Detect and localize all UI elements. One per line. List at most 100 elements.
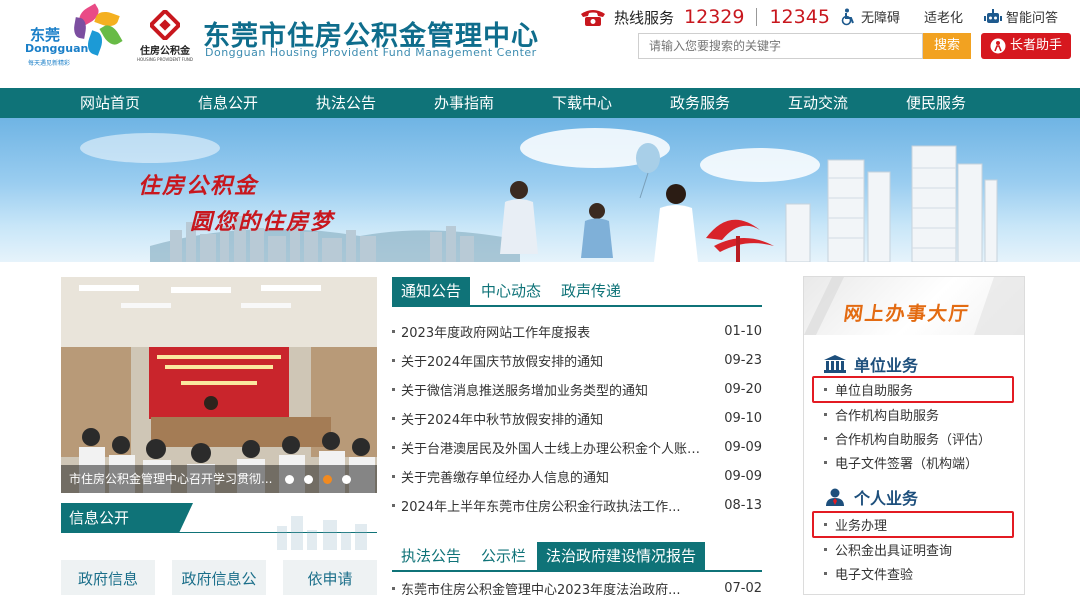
telephone-icon <box>581 10 605 26</box>
news-item[interactable]: 关于完善缴存单位经办人信息的通知 09-09 <box>392 465 762 487</box>
tab-rule-of-law-report[interactable]: 法治政府建设情况报告 <box>537 542 706 570</box>
partner-self-service-eval-label: 合作机构自助服务（评估） <box>835 432 992 448</box>
housing-fund-emblem-icon <box>150 10 180 40</box>
slider-pagination <box>285 475 351 484</box>
search-input[interactable] <box>638 33 923 59</box>
business-handling-link[interactable]: 业务办理 <box>812 511 1014 538</box>
tab-notice[interactable]: 通知公告 <box>392 277 471 305</box>
news-item[interactable]: 关于2024年国庆节放假安排的通知 09-23 <box>392 349 762 371</box>
bullet-icon <box>824 460 827 464</box>
news-item[interactable]: 2024年上半年东莞市住房公积金行政执法工作... 08-13 <box>392 494 762 516</box>
gov-info-disclosure-button[interactable]: 政府信息公 <box>172 560 266 595</box>
dongguan-city-logo[interactable]: 东莞 Dongguan 每天遇见新精彩 <box>22 3 130 70</box>
partner-self-service-link[interactable]: 合作机构自助服务 <box>824 403 1020 425</box>
unit-self-service-link[interactable]: 单位自助服务 <box>812 376 1014 403</box>
news-item[interactable]: 关于2024年中秋节放假安排的通知 09-10 <box>392 407 762 429</box>
bullet-icon <box>392 358 395 362</box>
news-photo-slider[interactable]: 市住房公积金管理中心召开学习贯彻... <box>61 277 377 493</box>
hotline-label: 热线服务 <box>614 8 675 27</box>
law-item[interactable]: 东莞市住房公积金管理中心2023年度法治政府... 07-02 <box>392 577 762 595</box>
nav-item-interaction[interactable]: 互动交流 <box>759 88 877 118</box>
partner-self-service-eval-link[interactable]: 合作机构自助服务（评估） <box>824 427 1020 449</box>
news-item-date: 09-10 <box>724 410 762 426</box>
hotline-divider <box>756 8 758 26</box>
banner-slogan-line2: 圆您的住房梦 <box>190 209 335 235</box>
nav-item-info-public[interactable]: 信息公开 <box>169 88 287 118</box>
news-item-title[interactable]: 关于微信消息推送服务增加业务类型的通知 <box>401 380 711 399</box>
bullet-icon <box>392 474 395 478</box>
tab-center-news[interactable]: 中心动态 <box>472 277 550 305</box>
nav-item-guide[interactable]: 办事指南 <box>405 88 523 118</box>
elderly-mode-button[interactable]: 适老化 <box>924 7 963 26</box>
bullet-icon <box>392 416 395 420</box>
unit-business-heading: 单位业务 <box>824 352 918 376</box>
nav-item-home[interactable]: 网站首页 <box>51 88 169 118</box>
news-item-date: 01-10 <box>724 323 762 339</box>
news-item-date: 09-23 <box>724 352 762 368</box>
bullet-icon <box>824 547 827 551</box>
elder-assistant-button[interactable]: 长者助手 <box>981 33 1071 59</box>
hotline-number-12329[interactable]: 12329 <box>684 6 744 28</box>
law-item-title[interactable]: 东莞市住房公积金管理中心2023年度法治政府... <box>401 579 711 595</box>
slider-dot-4[interactable] <box>342 475 351 484</box>
e-document-signing-link[interactable]: 电子文件签署（机构端） <box>824 451 1020 473</box>
service-hall-title: 网上办事大厅 <box>842 303 972 325</box>
bullet-icon <box>824 388 827 391</box>
tab-public-board[interactable]: 公示栏 <box>472 542 535 570</box>
info-public-tab[interactable]: 信息公开 <box>61 503 179 533</box>
news-item[interactable]: 2023年度政府网站工作年度报表 01-10 <box>392 320 762 342</box>
info-public-tab-tail <box>179 503 193 533</box>
news-item-title[interactable]: 2024年上半年东莞市住房公积金行政执法工作... <box>401 496 711 515</box>
fund-logo-name-cn: 住房公积金 <box>140 46 190 57</box>
news-tabs: 通知公告 中心动态 政声传递 <box>392 277 762 307</box>
building-icon <box>824 355 846 373</box>
news-item-title[interactable]: 2023年度政府网站工作年度报表 <box>401 322 711 341</box>
nav-item-convenience[interactable]: 便民服务 <box>877 88 995 118</box>
news-item-title[interactable]: 关于2024年中秋节放假安排的通知 <box>401 409 711 428</box>
hotline-bar: 热线服务 12329 12345 <box>578 5 830 29</box>
smart-qa-button[interactable]: 智能问答 <box>984 7 1058 26</box>
smart-qa-label: 智能问答 <box>1006 11 1059 26</box>
law-item-date: 07-02 <box>724 580 762 595</box>
person-icon <box>826 488 844 506</box>
slider-dot-2[interactable] <box>304 475 313 484</box>
personal-business-heading: 个人业务 <box>824 485 918 509</box>
gov-info-button[interactable]: 政府信息 <box>61 560 155 595</box>
news-item-title[interactable]: 关于台港澳居民及外国人士线上办理公积金个人账户... <box>401 438 711 457</box>
personal-business-label: 个人业务 <box>854 489 919 508</box>
news-item[interactable]: 关于微信消息推送服务增加业务类型的通知 09-20 <box>392 378 762 400</box>
news-item-date: 09-20 <box>724 381 762 397</box>
news-item[interactable]: 关于台港澳居民及外国人士线上办理公积金个人账户... 09-09 <box>392 436 762 458</box>
tab-policy-voice[interactable]: 政声传递 <box>552 277 630 305</box>
hotline-number-12345[interactable]: 12345 <box>769 6 829 28</box>
slider-dot-1[interactable] <box>285 475 294 484</box>
accessible-button[interactable]: 无障碍 <box>840 7 900 26</box>
info-public-decoration <box>277 516 367 550</box>
nav-item-gov-service[interactable]: 政务服务 <box>641 88 759 118</box>
bullet-icon <box>392 445 395 449</box>
e-document-signing-label: 电子文件签署（机构端） <box>835 456 979 472</box>
news-panel: 通知公告 中心动态 政声传递 2023年度政府网站工作年度报表 01-10 关于… <box>392 277 762 595</box>
housing-fund-logo[interactable]: 住房公积金 HOUSING PROVIDENT FUND <box>134 10 196 64</box>
unit-self-service-label: 单位自助服务 <box>835 384 914 399</box>
news-item-title[interactable]: 关于完善缴存单位经办人信息的通知 <box>401 467 711 486</box>
apply-disclosure-button[interactable]: 依申请 <box>283 560 377 595</box>
e-document-verify-link[interactable]: 电子文件查验 <box>824 562 1020 584</box>
elder-assistant-label: 长者助手 <box>1009 38 1062 53</box>
robot-icon <box>984 8 1002 23</box>
bullet-icon <box>392 329 395 333</box>
city-logo-slogan: 每天遇见新精彩 <box>28 60 71 67</box>
online-service-hall: 网上办事大厅 单位业务 单位自助服务 合作机构自助服务 合作机构自助服务（评估） <box>803 276 1025 595</box>
tab-law-notice[interactable]: 执法公告 <box>392 542 470 570</box>
fund-certificate-query-link[interactable]: 公积金出具证明查询 <box>824 538 1020 560</box>
news-item-date: 08-13 <box>724 497 762 513</box>
search-button[interactable]: 搜索 <box>923 33 971 59</box>
e-document-verify-label: 电子文件查验 <box>835 567 914 583</box>
nav-item-law-notice[interactable]: 执法公告 <box>287 88 405 118</box>
hero-banner: 住房公积金 圆您的住房梦 <box>0 118 1080 262</box>
news-item-title[interactable]: 关于2024年国庆节放假安排的通知 <box>401 351 711 370</box>
service-hall-banner[interactable]: 网上办事大厅 <box>804 277 1024 335</box>
nav-item-download[interactable]: 下载中心 <box>523 88 641 118</box>
bullet-icon <box>824 523 827 526</box>
slider-dot-3[interactable] <box>323 475 332 484</box>
